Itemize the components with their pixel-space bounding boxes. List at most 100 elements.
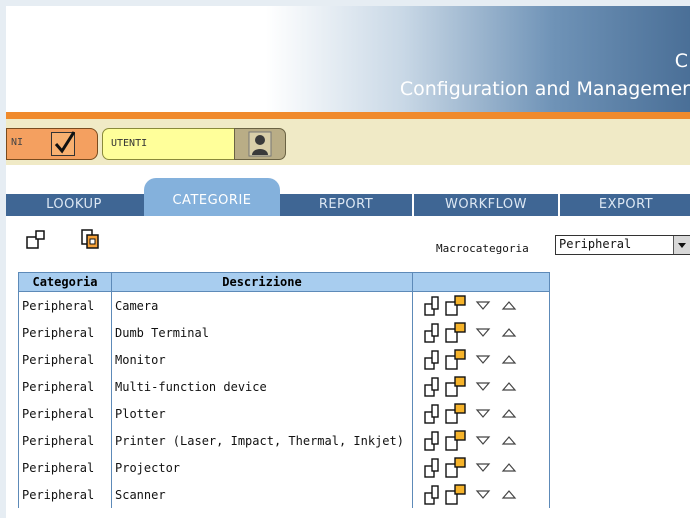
header-banner: C Configuration and Managemer	[6, 6, 690, 112]
move-down-icon[interactable]	[474, 488, 492, 502]
main-tabs: LOOKUP CATEGORIE REPORT WORKFLOW EXPORT	[6, 178, 690, 216]
table-row: Peripheral Projector	[18, 454, 550, 481]
cell-actions	[412, 373, 550, 400]
cell-categoria: Peripheral	[18, 346, 112, 373]
duplicate-icon[interactable]	[444, 402, 470, 425]
accent-divider	[6, 112, 690, 119]
cell-categoria: Peripheral	[18, 400, 112, 427]
checkbox-icon	[51, 131, 75, 156]
duplicate-icon[interactable]	[444, 348, 470, 371]
move-up-icon[interactable]	[500, 299, 518, 313]
header-categoria: Categoria	[18, 272, 112, 292]
edit-icon[interactable]	[422, 403, 442, 425]
move-up-icon[interactable]	[500, 326, 518, 340]
move-down-icon[interactable]	[474, 299, 492, 313]
move-down-icon[interactable]	[474, 434, 492, 448]
table-row: Peripheral Printer (Laser, Impact, Therm…	[18, 427, 550, 454]
move-up-icon[interactable]	[500, 380, 518, 394]
users-button[interactable]: UTENTI	[102, 128, 238, 160]
header-actions	[412, 272, 550, 292]
edit-icon[interactable]	[422, 349, 442, 371]
macrocategory-value: Peripheral	[559, 237, 632, 251]
cell-categoria: Peripheral	[18, 481, 112, 508]
tab-workflow[interactable]: WORKFLOW	[412, 194, 558, 216]
duplicate-icon[interactable]	[444, 483, 470, 506]
copy-item-icon[interactable]	[80, 228, 102, 250]
duplicate-icon[interactable]	[444, 294, 470, 317]
modules-label: NI	[11, 137, 24, 148]
macrocategory-select[interactable]: Peripheral	[555, 235, 690, 255]
duplicate-icon[interactable]	[444, 456, 470, 479]
modules-button[interactable]: NI	[6, 128, 98, 160]
row-actions	[416, 373, 546, 400]
table-row: Peripheral Multi-function device	[18, 373, 550, 400]
cell-actions	[412, 346, 550, 373]
tab-report[interactable]: REPORT	[282, 194, 410, 216]
move-up-icon[interactable]	[500, 434, 518, 448]
row-actions	[416, 346, 546, 373]
cell-categoria: Peripheral	[18, 427, 112, 454]
table-row: Peripheral Scanner	[18, 481, 550, 508]
row-actions	[416, 319, 546, 346]
new-item-icon[interactable]	[26, 230, 48, 250]
move-up-icon[interactable]	[500, 488, 518, 502]
edit-icon[interactable]	[422, 457, 442, 479]
tab-lookup[interactable]: LOOKUP	[6, 194, 142, 216]
cell-actions	[412, 400, 550, 427]
cell-descrizione: Multi-function device	[111, 373, 413, 400]
cell-categoria: Peripheral	[18, 373, 112, 400]
categories-table: Categoria Descrizione Peripheral Camera …	[18, 272, 550, 508]
cell-descrizione: Scanner	[111, 481, 413, 508]
cell-descrizione: Printer (Laser, Impact, Thermal, Inkjet)	[111, 427, 413, 454]
categories-table-body: Peripheral Camera Peripheral Dumb Termin…	[18, 291, 550, 508]
move-down-icon[interactable]	[474, 407, 492, 421]
edit-icon[interactable]	[422, 295, 442, 317]
cell-actions	[412, 427, 550, 454]
cell-descrizione: Plotter	[111, 400, 413, 427]
row-actions	[416, 427, 546, 454]
table-row: Peripheral Plotter	[18, 400, 550, 427]
macrocategory-label: Macrocategoria	[436, 242, 529, 255]
cell-descrizione: Dumb Terminal	[111, 319, 413, 346]
edit-icon[interactable]	[422, 484, 442, 506]
cell-actions	[412, 454, 550, 481]
header-descrizione: Descrizione	[111, 272, 413, 292]
dropdown-arrow-icon[interactable]	[673, 236, 690, 254]
row-actions	[416, 481, 546, 508]
cell-descrizione: Projector	[111, 454, 413, 481]
table-row: Peripheral Dumb Terminal	[18, 319, 550, 346]
edit-icon[interactable]	[422, 376, 442, 398]
cell-categoria: Peripheral	[18, 454, 112, 481]
cell-categoria: Peripheral	[18, 319, 112, 346]
cell-descrizione: Monitor	[111, 346, 413, 373]
row-actions	[416, 400, 546, 427]
move-down-icon[interactable]	[474, 353, 492, 367]
cell-categoria: Peripheral	[18, 291, 112, 319]
row-actions	[416, 292, 546, 319]
cell-actions	[412, 291, 550, 319]
users-label: UTENTI	[111, 138, 148, 149]
table-row: Peripheral Monitor	[18, 346, 550, 373]
duplicate-icon[interactable]	[444, 429, 470, 452]
module-toolbar: NI UTENTI	[6, 119, 690, 165]
move-up-icon[interactable]	[500, 407, 518, 421]
cell-actions	[412, 481, 550, 508]
cell-actions	[412, 319, 550, 346]
tab-export[interactable]: EXPORT	[558, 194, 690, 216]
edit-icon[interactable]	[422, 322, 442, 344]
move-down-icon[interactable]	[474, 326, 492, 340]
move-down-icon[interactable]	[474, 380, 492, 394]
duplicate-icon[interactable]	[444, 375, 470, 398]
app-frame: C Configuration and Managemer NI UTENTI …	[6, 6, 690, 518]
app-title: C	[674, 50, 688, 72]
table-header-row: Categoria Descrizione	[18, 272, 550, 292]
edit-icon[interactable]	[422, 430, 442, 452]
move-down-icon[interactable]	[474, 461, 492, 475]
users-person-button[interactable]	[234, 128, 286, 160]
row-actions	[416, 454, 546, 481]
move-up-icon[interactable]	[500, 353, 518, 367]
cell-descrizione: Camera	[111, 291, 413, 319]
move-up-icon[interactable]	[500, 461, 518, 475]
duplicate-icon[interactable]	[444, 321, 470, 344]
tab-categorie[interactable]: CATEGORIE	[144, 178, 280, 216]
